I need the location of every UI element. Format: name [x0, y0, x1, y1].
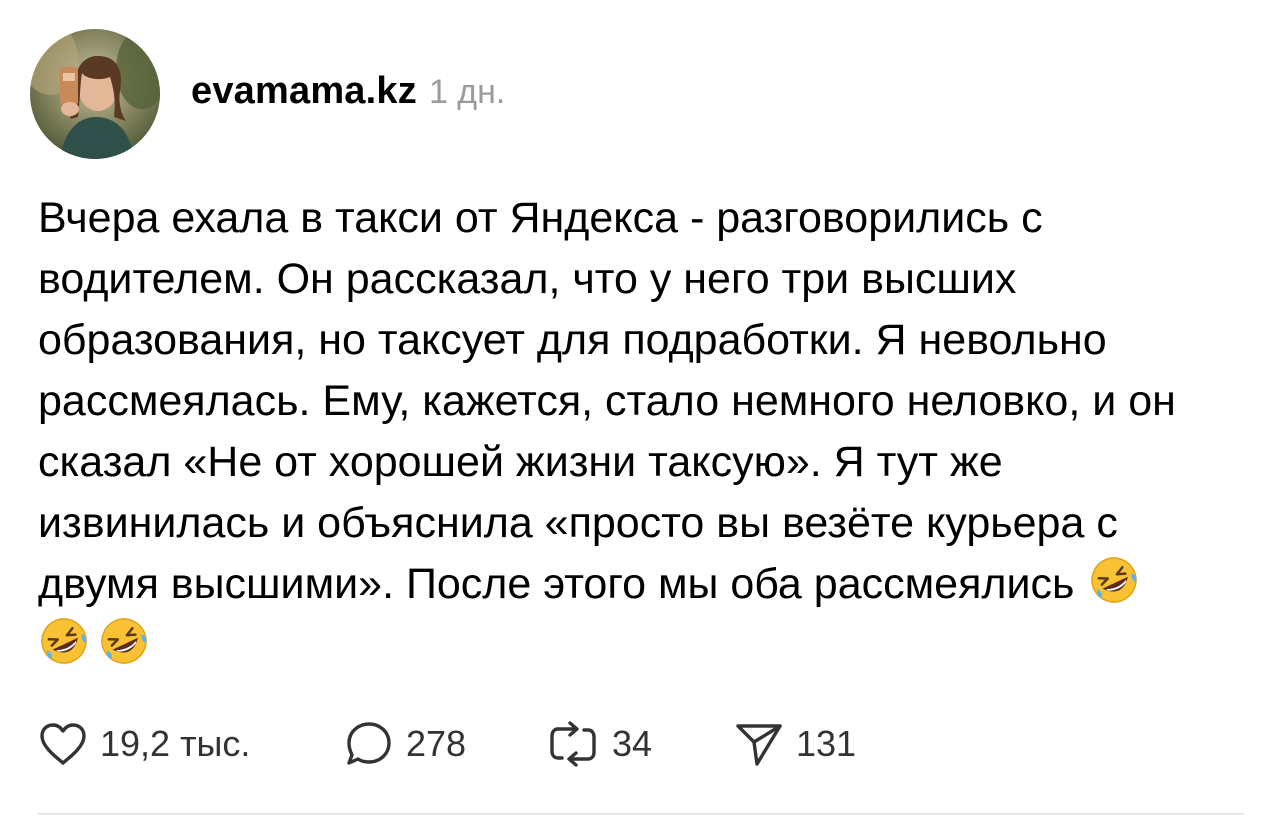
- send-icon: [734, 720, 784, 768]
- repost-icon: [546, 720, 600, 768]
- comment-button[interactable]: 278: [344, 712, 466, 776]
- post-text: Вчера ехала в такси от Яндекса - разгово…: [38, 188, 1238, 676]
- author-avatar[interactable]: [30, 29, 160, 159]
- heart-icon: [38, 721, 88, 767]
- comment-count: 278: [406, 723, 467, 764]
- author-username[interactable]: evamama.kz: [191, 70, 417, 113]
- post-actions: 19,2 тыс. 278 34 131: [38, 712, 1238, 776]
- like-count: 19,2 тыс.: [100, 723, 251, 764]
- rofl-emoji-icon: [38, 615, 90, 667]
- repost-count: 34: [612, 723, 653, 764]
- like-button[interactable]: 19,2 тыс.: [38, 712, 250, 776]
- rofl-emoji-icon: [1088, 554, 1140, 606]
- post-text-content: Вчера ехала в такси от Яндекса - разгово…: [38, 194, 1188, 608]
- comment-bubble-icon: [344, 720, 394, 768]
- rofl-emoji-icon: [98, 615, 150, 667]
- repost-button[interactable]: 34: [546, 712, 652, 776]
- share-button[interactable]: 131: [734, 712, 856, 776]
- divider: [38, 813, 1244, 815]
- share-count: 131: [796, 723, 857, 764]
- post-header: evamama.kz 1 дн.: [191, 70, 505, 113]
- post-card: evamama.kz 1 дн. Вчера ехала в такси от …: [0, 0, 1280, 819]
- post-timestamp: 1 дн.: [428, 73, 506, 111]
